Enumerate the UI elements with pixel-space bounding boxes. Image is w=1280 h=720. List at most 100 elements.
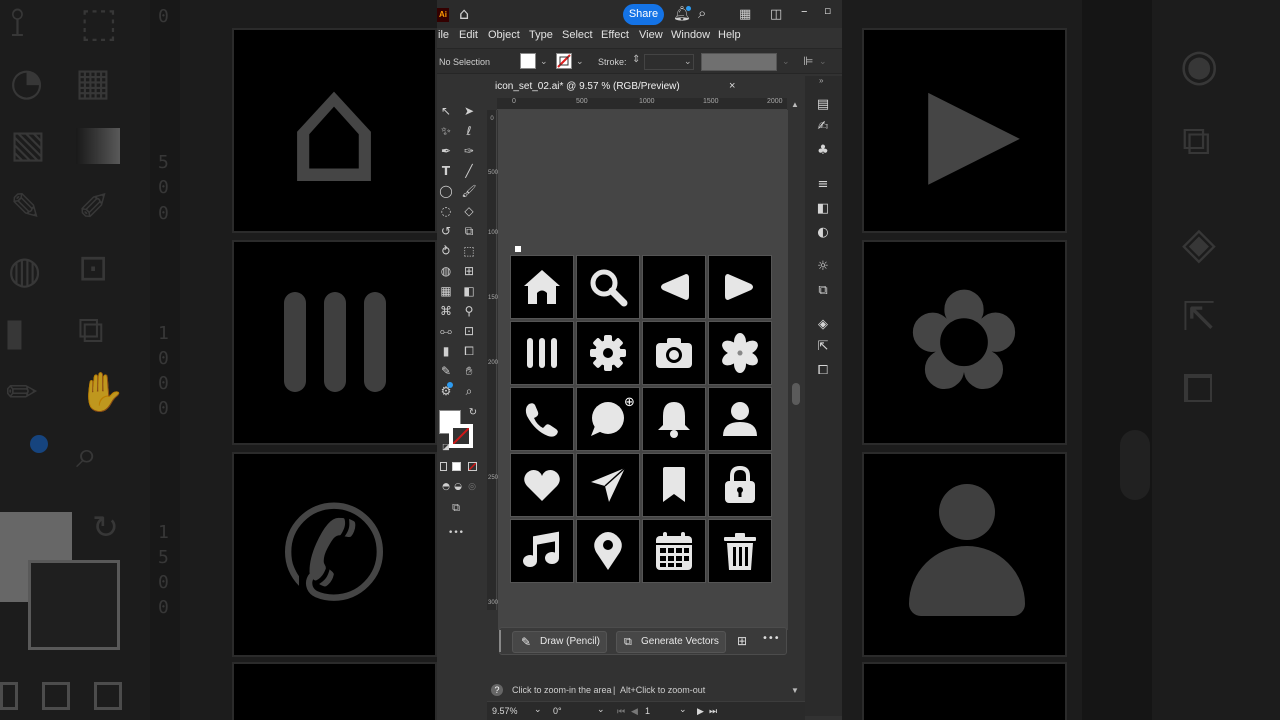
screen-mode-icon[interactable]: ⧉	[447, 499, 465, 517]
icon-tile[interactable]	[642, 321, 706, 385]
mesh-tool-icon[interactable]: ⌘	[437, 302, 455, 320]
eyedropper-tool-icon[interactable]: ⚲	[460, 302, 478, 320]
home-icon[interactable]: ⌂	[459, 6, 469, 22]
shaper-tool-icon[interactable]: ◌	[437, 202, 455, 220]
stroke-swatch[interactable]	[556, 53, 572, 69]
stepper-icon[interactable]: ⇕	[632, 54, 640, 65]
menu-object[interactable]: Object	[488, 29, 520, 41]
hand-tool-icon[interactable]: ✋︎	[460, 362, 478, 380]
type-tool-icon[interactable]: T	[437, 162, 455, 180]
appearance-panel-icon[interactable]: ☼	[813, 258, 833, 276]
image-settings-icon[interactable]: ⊞	[737, 634, 747, 648]
maximize-icon[interactable]: ▫	[824, 3, 831, 18]
icon-tile[interactable]	[708, 453, 772, 517]
minimize-icon[interactable]: –	[801, 4, 808, 19]
direct-selection-tool-icon[interactable]: ➤	[460, 102, 478, 120]
icon-tile[interactable]	[576, 519, 640, 583]
lasso-tool-icon[interactable]: ℓ	[460, 122, 478, 140]
rotate-tool-icon[interactable]: ↺	[437, 222, 455, 240]
icon-tile[interactable]	[642, 255, 706, 319]
warp-tool-icon[interactable]: ⥁	[437, 242, 455, 260]
selection-tool-icon[interactable]: ↖	[437, 102, 455, 120]
edit-toolbar-icon[interactable]: •••	[447, 524, 465, 542]
color-mode-icon[interactable]	[440, 462, 447, 471]
chevron-down-icon[interactable]: ⌄	[597, 704, 605, 715]
curvature-tool-icon[interactable]: ✑	[460, 142, 478, 160]
icon-tile[interactable]	[510, 321, 574, 385]
artboard-number[interactable]: 1	[645, 706, 650, 716]
scroll-up-icon[interactable]: ▲	[791, 100, 799, 109]
menu-file[interactable]: ile	[438, 29, 449, 41]
menu-type[interactable]: Type	[529, 29, 553, 41]
ellipse-tool-icon[interactable]: ◯	[437, 182, 455, 200]
chevron-down-icon[interactable]: ⌄	[534, 704, 542, 715]
close-icon[interactable]: ×	[729, 80, 735, 92]
perspective-grid-icon[interactable]: ▦	[437, 282, 455, 300]
chevron-down-icon[interactable]: ⌄	[819, 56, 827, 67]
brushes-panel-icon[interactable]: ✍	[813, 118, 833, 136]
draw-pencil-button[interactable]: ✎ Draw (Pencil)	[512, 631, 607, 653]
symbol-sprayer-icon[interactable]: ⊡	[460, 322, 478, 340]
prev-artboard-icon[interactable]: ◀	[631, 706, 638, 717]
icon-tile[interactable]	[642, 519, 706, 583]
live-paint-icon[interactable]: ⊞	[460, 262, 478, 280]
variable-width-profile[interactable]	[701, 53, 777, 71]
zoom-level[interactable]: 9.57%	[492, 706, 518, 716]
arrange-documents-icon[interactable]: ▦	[739, 7, 751, 22]
artboards-panel-icon[interactable]: ⧠	[813, 362, 833, 380]
free-transform-icon[interactable]: ⬚	[460, 242, 478, 260]
vertical-scrollbar[interactable]: ▲ ▼	[789, 98, 803, 698]
menu-view[interactable]: View	[639, 29, 663, 41]
icon-tile[interactable]	[510, 255, 574, 319]
icon-tile[interactable]	[708, 387, 772, 451]
icon-tile[interactable]	[708, 321, 772, 385]
artboard-tool-icon[interactable]: ⧠	[460, 342, 478, 360]
zoom-tool-icon[interactable]: ⌕	[460, 382, 478, 400]
next-artboard-icon[interactable]: ▶	[697, 706, 704, 717]
paintbrush-tool-icon[interactable]: 🖌︎	[460, 182, 478, 200]
menu-effect[interactable]: Effect	[601, 29, 629, 41]
menu-select[interactable]: Select	[562, 29, 593, 41]
chevron-down-icon[interactable]: ⌄	[540, 56, 548, 67]
export-panel-icon[interactable]: ⇱	[813, 338, 833, 356]
icon-tile[interactable]	[510, 453, 574, 517]
artboard-handle[interactable]	[515, 246, 521, 252]
last-artboard-icon[interactable]: ⏭	[709, 706, 717, 717]
magic-wand-icon[interactable]: ✨︎	[437, 122, 455, 140]
stroke-panel-icon[interactable]: ≡	[813, 176, 833, 194]
shape-builder-icon[interactable]: ◍	[437, 262, 455, 280]
drag-handle[interactable]	[499, 630, 501, 652]
icon-tile[interactable]	[576, 453, 640, 517]
swap-colors-icon[interactable]: ↻	[464, 404, 482, 422]
more-options-icon[interactable]: •••	[762, 633, 780, 644]
transparency-panel-icon[interactable]: ◐	[813, 224, 833, 242]
icon-tile[interactable]	[642, 453, 706, 517]
share-button[interactable]: Share	[623, 4, 664, 25]
line-tool-icon[interactable]: ╱	[460, 162, 478, 180]
icon-tile[interactable]	[510, 519, 574, 583]
icon-tile[interactable]	[510, 387, 574, 451]
collapse-icon[interactable]: »	[819, 76, 823, 85]
chevron-down-icon[interactable]: ⌄	[679, 704, 687, 715]
fill-swatch[interactable]	[520, 53, 536, 69]
icon-tile[interactable]	[642, 387, 706, 451]
icon-tile[interactable]	[708, 519, 772, 583]
gradient-panel-icon[interactable]: ◧	[813, 200, 833, 218]
gradient-mode-icon[interactable]	[452, 462, 461, 471]
graphic-styles-icon[interactable]: ⧉	[813, 282, 833, 300]
chevron-down-icon[interactable]: ⌄	[782, 56, 790, 67]
align-icon[interactable]: ⊫	[803, 54, 813, 68]
graph-tool-icon[interactable]: ▮	[437, 342, 455, 360]
gradient-tool-icon[interactable]: ◧	[460, 282, 478, 300]
document-tab[interactable]: icon_set_02.ai* @ 9.57 % (RGB/Preview) ×	[487, 76, 807, 98]
generate-vectors-button[interactable]: ⧉ Generate Vectors	[616, 631, 726, 653]
scroll-thumb[interactable]	[792, 383, 800, 405]
menu-edit[interactable]: Edit	[459, 29, 478, 41]
scale-tool-icon[interactable]: ⧉	[460, 222, 478, 240]
draw-inside-icon[interactable]: ◎	[463, 478, 481, 496]
properties-panel-icon[interactable]: ▤	[813, 96, 833, 114]
icon-tile[interactable]	[576, 255, 640, 319]
workspace-icon[interactable]: ◫	[770, 7, 782, 22]
symbols-panel-icon[interactable]: ♣	[813, 142, 833, 160]
search-icon[interactable]: ⌕	[698, 6, 706, 21]
